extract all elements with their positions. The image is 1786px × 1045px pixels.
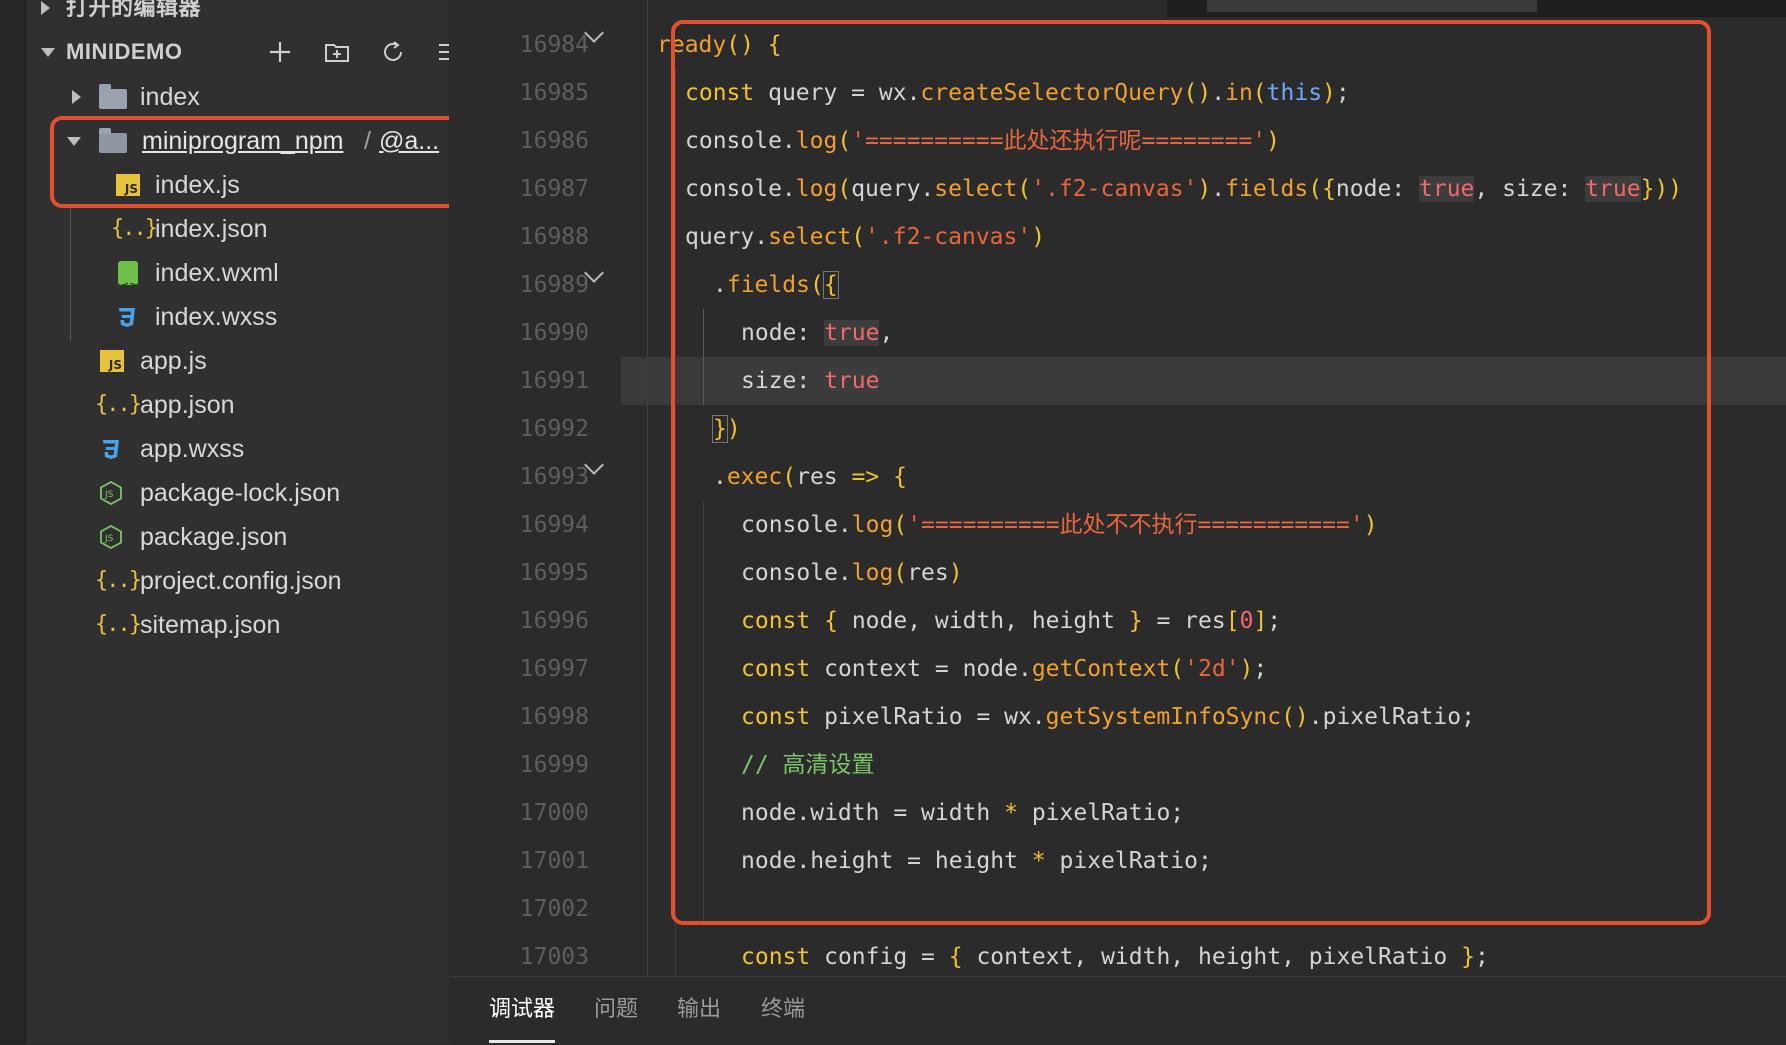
tree-item-index-wxml[interactable]: index.wxml [27,251,447,308]
line-number: 16987 [519,176,589,202]
line-number: 16994 [519,512,589,538]
line-number: 17001 [519,848,589,874]
line-number: 16988 [519,224,589,250]
svg-text:JS: JS [104,490,114,500]
line-number: 16998 [519,704,589,730]
tree-item-package-json[interactable]: JS package.json [27,515,447,559]
json-file-icon: {..} [95,392,142,417]
bottom-panel: 调试器 问题 输出 终端 [449,976,1786,1045]
line-number: 16986 [519,128,589,154]
tree-item-label: index [140,83,200,111]
tree-item-label: app.js [140,347,207,375]
explorer-sidebar: 打开的编辑器 MINIDEMO index miniprogram_npm / … [0,0,463,1044]
line-number: 16993 [519,464,589,490]
json-file-icon: {..} [95,568,142,593]
activity-strip [0,0,27,1044]
folder-icon [99,84,127,109]
project-section-header[interactable]: MINIDEMO [41,30,461,74]
svg-text:JS: JS [104,534,114,544]
line-number: 16997 [519,656,589,682]
tree-item-app-js[interactable]: JS app.js [27,339,447,383]
line-number: 17000 [519,800,589,826]
tree-item-package-lock-json[interactable]: JS package-lock.json [27,471,447,515]
css3-file-icon [103,440,119,459]
line-number: 16991 [519,368,589,394]
tree-item-app-wxss[interactable]: app.wxss [27,427,447,471]
code-line: const config = { context, width, height,… [741,944,1489,970]
tree-item-index-folder[interactable]: index [27,75,447,119]
wxml-file-icon [118,261,138,308]
css3-file-icon [119,308,135,327]
js-file-icon: JS [100,350,124,372]
refresh-icon[interactable] [379,38,407,66]
tree-item-app-json[interactable]: {..} app.json [27,383,447,427]
code-editor[interactable]: 16984 16985 16986 16987 16988 16989 1699… [449,0,1786,976]
tab-problems[interactable]: 问题 [594,977,638,1045]
line-number: 16990 [519,320,589,346]
tree-item-label: package-lock.json [140,479,341,507]
tree-item-label: index.wxss [155,303,278,331]
line-number: 16985 [519,80,589,106]
tree-item-label: index.json [155,215,268,243]
line-number: 16992 [519,416,589,442]
new-folder-icon[interactable] [323,38,351,66]
tab-output[interactable]: 输出 [677,977,721,1045]
line-number: 16999 [519,752,589,778]
caret-right-icon [72,90,81,104]
project-label: MINIDEMO [66,39,183,64]
open-editors-label: 打开的编辑器 [66,0,202,20]
tab-terminal[interactable]: 终端 [761,977,805,1045]
caret-down-icon [41,48,55,57]
tree-item-label: app.wxss [140,435,245,463]
tree-item-index-wxss[interactable]: index.wxss [27,295,447,339]
tab-debugger[interactable]: 调试器 [489,977,556,1045]
tree-item-label: project.config.json [140,567,342,595]
tree-item-label: package.json [140,523,288,551]
line-number: 17003 [519,944,589,970]
line-number: 16996 [519,608,589,634]
new-file-icon[interactable] [266,38,294,66]
tree-item-project-config-json[interactable]: {..} project.config.json [27,559,447,603]
nodejs-file-icon: JS [100,525,122,549]
json-file-icon: {..} [95,612,142,637]
tree-indent-guide [70,207,71,341]
nodejs-file-icon: JS [100,481,122,505]
highlight-annotation-box [671,20,1711,925]
line-number: 17002 [519,896,589,922]
line-number: 16989 [519,272,589,298]
tree-item-label: sitemap.json [140,611,281,639]
line-number-gutter: 16984 16985 16986 16987 16988 16989 1699… [449,0,621,976]
tree-item-sitemap-json[interactable]: {..} sitemap.json [27,603,447,647]
tree-item-label: app.json [140,391,235,419]
json-file-icon: {..} [111,216,158,241]
line-number: 16995 [519,560,589,586]
caret-right-icon [41,1,50,15]
highlight-annotation-box [50,116,463,208]
tree-item-label: index.wxml [155,259,279,287]
tree-item-index-json[interactable]: {..} index.json [27,207,447,251]
line-number: 16984 [519,32,589,58]
